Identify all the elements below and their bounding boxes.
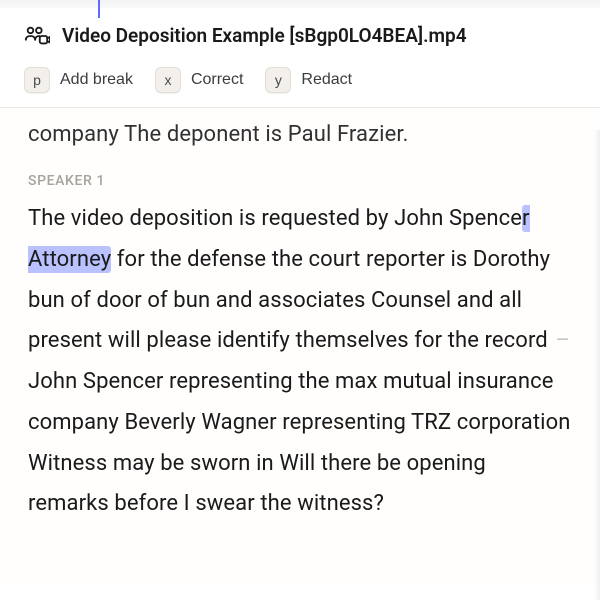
add-break-label: Add break bbox=[60, 71, 133, 89]
body-pre: The video deposition is requested by Joh… bbox=[28, 206, 522, 231]
prev-segment-tail: company The deponent is Paul Frazier. bbox=[28, 116, 572, 153]
correct-label: Correct bbox=[191, 71, 243, 89]
action-toolbar: p Add break x Correct y Redact bbox=[0, 59, 600, 108]
segment-divider: – bbox=[553, 328, 572, 353]
key-y: y bbox=[265, 67, 291, 93]
correct-button[interactable]: x Correct bbox=[155, 67, 243, 93]
transcript-area[interactable]: company The deponent is Paul Frazier. SP… bbox=[0, 108, 600, 586]
key-x: x bbox=[155, 67, 181, 93]
timeline-strip bbox=[0, 0, 600, 8]
speaker-label: SPEAKER 1 bbox=[28, 173, 572, 189]
redact-button[interactable]: y Redact bbox=[265, 67, 352, 93]
playhead-marker[interactable] bbox=[98, 0, 100, 18]
video-people-icon bbox=[24, 25, 50, 47]
file-title: Video Deposition Example [sBgp0LO4BEA].m… bbox=[62, 24, 467, 47]
key-p: p bbox=[24, 67, 50, 93]
add-break-button[interactable]: p Add break bbox=[24, 67, 133, 93]
file-header: Video Deposition Example [sBgp0LO4BEA].m… bbox=[0, 8, 600, 59]
transcript-body[interactable]: The video deposition is requested by Joh… bbox=[28, 199, 572, 525]
body-post: John Spencer representing the max mutual… bbox=[28, 369, 571, 516]
redact-label: Redact bbox=[301, 71, 352, 89]
